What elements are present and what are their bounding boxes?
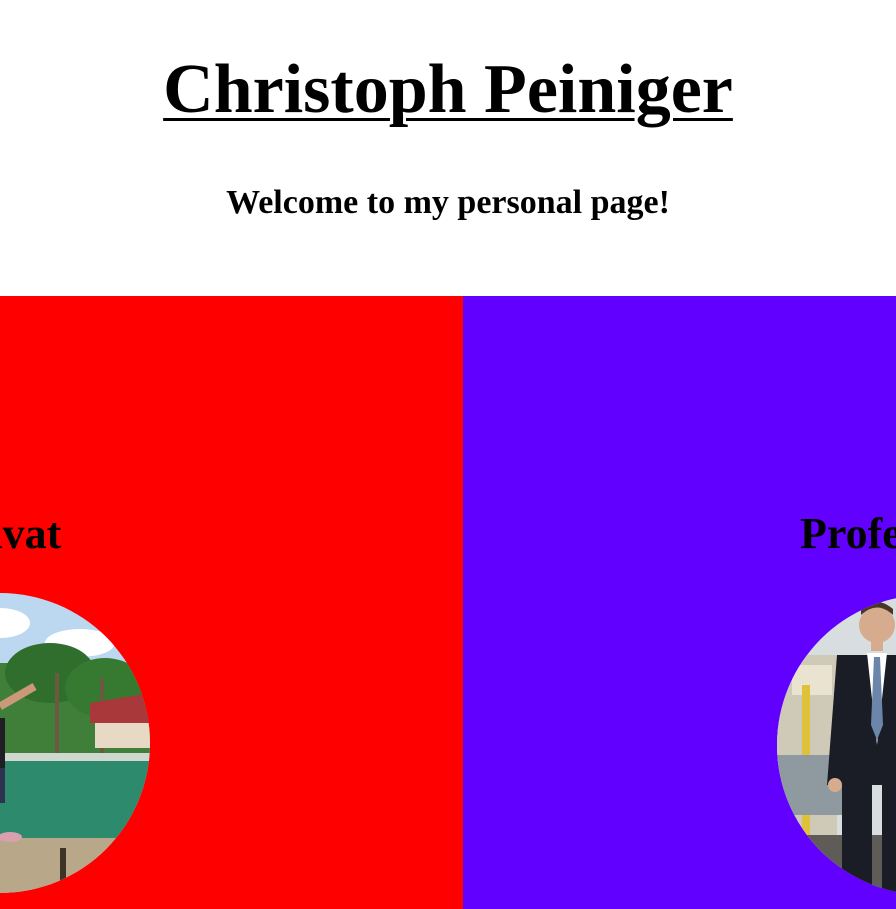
private-photo [0,593,150,893]
section-panels: Privat [0,296,896,909]
panel-private-label: Privat [0,509,62,558]
vacation-photo-image [0,593,150,893]
page-header: Christoph Peiniger Welcome to my persona… [0,0,896,296]
professional-photo [777,595,896,895]
business-photo-image [777,595,896,895]
page-title: Christoph Peiniger [163,51,733,128]
page-subtitle: Welcome to my personal page! [226,184,670,221]
panel-private[interactable]: Privat [0,296,463,909]
panel-professional[interactable]: Professionell [463,296,896,909]
panel-professional-label: Professionell [800,509,896,558]
